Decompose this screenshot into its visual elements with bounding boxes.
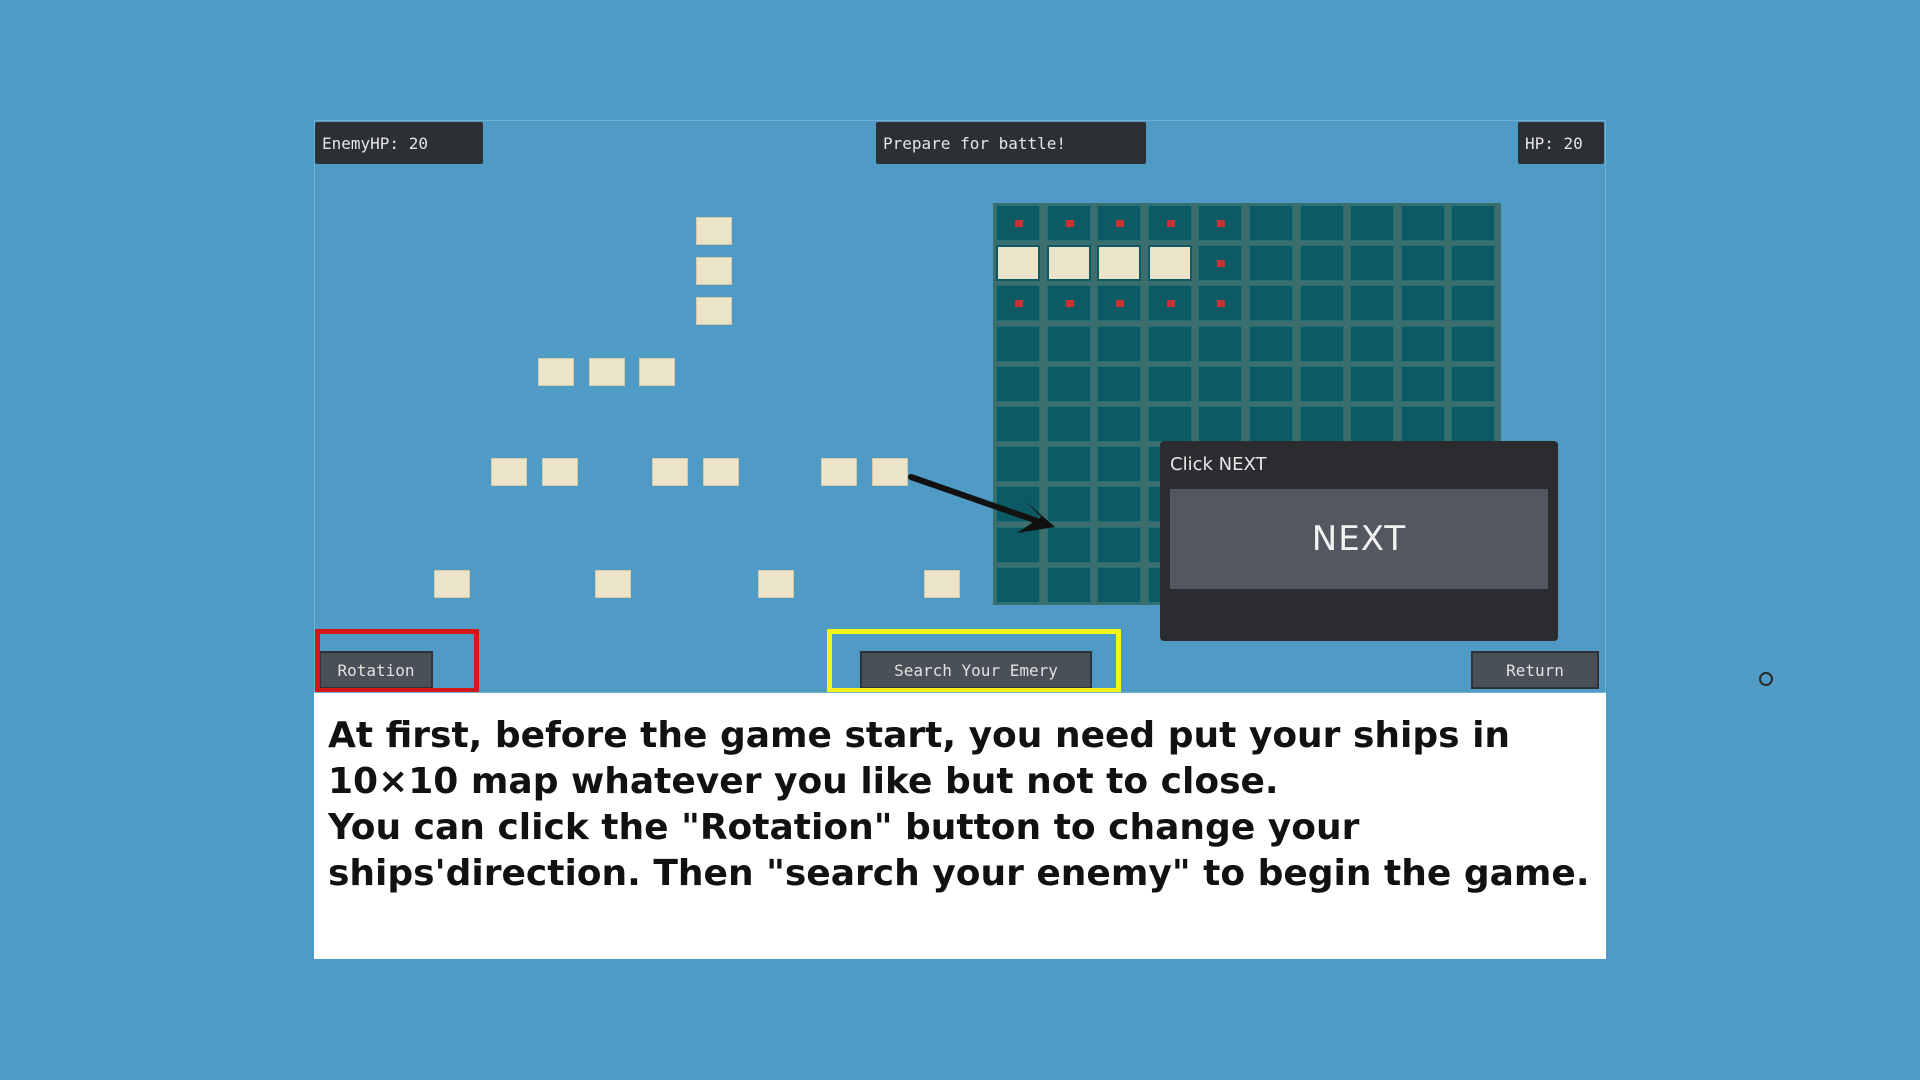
grid-cell[interactable] (1249, 325, 1293, 362)
grid-cell[interactable] (1198, 205, 1243, 241)
grid-cell-ship[interactable] (996, 245, 1040, 282)
grid-cell[interactable] (1249, 365, 1293, 402)
ship-piece[interactable] (696, 217, 732, 245)
player-hp-display: HP: 20 (1518, 122, 1604, 164)
rotation-highlight-box (315, 629, 479, 692)
grid-cell[interactable] (1451, 245, 1496, 282)
grid-cell[interactable] (1400, 406, 1445, 442)
grid-cell[interactable] (1198, 325, 1243, 362)
tutorial-panel: Click NEXT NEXT (1160, 441, 1558, 641)
grid-cell[interactable] (1198, 245, 1243, 282)
ship-piece[interactable] (542, 458, 578, 486)
ship-piece[interactable] (758, 570, 794, 598)
status-message: Prepare for battle! (876, 122, 1146, 164)
ship-piece[interactable] (589, 358, 625, 386)
grid-cell[interactable] (996, 285, 1040, 322)
grid-cell[interactable] (1249, 406, 1293, 442)
grid-cell[interactable] (1400, 325, 1445, 362)
grid-cell[interactable] (1350, 285, 1395, 322)
instructions-line-1: At first, before the game start, you nee… (328, 715, 1511, 802)
grid-cell[interactable] (1400, 285, 1445, 322)
grid-cell-ship[interactable] (1046, 245, 1091, 282)
next-button[interactable]: NEXT (1170, 489, 1548, 589)
grid-cell[interactable] (1097, 566, 1142, 603)
grid-cell[interactable] (1097, 486, 1142, 523)
grid-cell[interactable] (1147, 365, 1192, 402)
ship-piece[interactable] (491, 458, 527, 486)
ship-piece[interactable] (924, 570, 960, 598)
grid-cell[interactable] (1046, 566, 1091, 603)
grid-cell[interactable] (1097, 325, 1142, 362)
grid-cell[interactable] (1249, 245, 1293, 282)
grid-cell[interactable] (1451, 365, 1496, 402)
grid-cell[interactable] (1046, 285, 1091, 322)
grid-cell[interactable] (1097, 285, 1142, 322)
grid-cell[interactable] (1147, 285, 1192, 322)
grid-cell[interactable] (1249, 205, 1293, 241)
ship-piece[interactable] (696, 297, 732, 325)
ship-piece[interactable] (538, 358, 574, 386)
grid-cell-ship[interactable] (1097, 245, 1142, 282)
ship-piece[interactable] (821, 458, 857, 486)
grid-cell[interactable] (996, 566, 1040, 603)
grid-cell[interactable] (1451, 285, 1496, 322)
grid-cell[interactable] (1097, 406, 1142, 442)
grid-cell[interactable] (1097, 526, 1142, 563)
grid-cell[interactable] (1451, 406, 1496, 442)
grid-cell[interactable] (1147, 406, 1192, 442)
grid-cell[interactable] (1299, 245, 1344, 282)
grid-cell[interactable] (1400, 365, 1445, 402)
grid-cell[interactable] (1198, 365, 1243, 402)
ship-piece[interactable] (696, 257, 732, 285)
grid-cell[interactable] (1046, 205, 1091, 241)
ship-piece[interactable] (595, 570, 631, 598)
grid-cell[interactable] (1147, 325, 1192, 362)
ship-piece[interactable] (703, 458, 739, 486)
enemy-hp-display: EnemyHP: 20 (315, 122, 483, 164)
grid-cell[interactable] (1350, 205, 1395, 241)
grid-cell[interactable] (1249, 285, 1293, 322)
grid-cell[interactable] (1350, 365, 1395, 402)
grid-cell-ship[interactable] (1147, 245, 1192, 282)
grid-cell[interactable] (1299, 406, 1344, 442)
game-screen: EnemyHP: 20 Prepare for battle! HP: 20 C… (314, 120, 1606, 693)
grid-cell[interactable] (1350, 245, 1395, 282)
grid-cell[interactable] (996, 205, 1040, 241)
grid-cell[interactable] (1400, 205, 1445, 241)
grid-cell[interactable] (1350, 406, 1395, 442)
grid-cell[interactable] (1097, 365, 1142, 402)
grid-cell[interactable] (1097, 205, 1142, 241)
grid-cell[interactable] (1299, 285, 1344, 322)
tutorial-panel-title: Click NEXT (1170, 454, 1267, 475)
grid-cell[interactable] (1299, 365, 1344, 402)
instructions-panel: At first, before the game start, you nee… (314, 693, 1606, 959)
search-highlight-box (827, 629, 1121, 692)
tutorial-arrow (908, 474, 1055, 533)
ship-piece[interactable] (434, 570, 470, 598)
grid-cell[interactable] (1299, 325, 1344, 362)
grid-cell[interactable] (1350, 325, 1395, 362)
grid-cell[interactable] (1198, 406, 1243, 442)
grid-cell[interactable] (1198, 285, 1243, 322)
ship-piece[interactable] (639, 358, 675, 386)
ship-piece[interactable] (652, 458, 688, 486)
grid-cell[interactable] (1400, 245, 1445, 282)
grid-cell[interactable] (1097, 446, 1142, 483)
grid-cell[interactable] (1451, 205, 1496, 241)
grid-cell[interactable] (1299, 205, 1344, 241)
grid-cell[interactable] (1147, 205, 1192, 241)
return-button[interactable]: Return (1471, 651, 1599, 689)
instructions-line-2: You can click the "Rotation" button to c… (328, 807, 1590, 894)
grid-cell[interactable] (1451, 325, 1496, 362)
cursor-ring-icon (1759, 672, 1773, 686)
